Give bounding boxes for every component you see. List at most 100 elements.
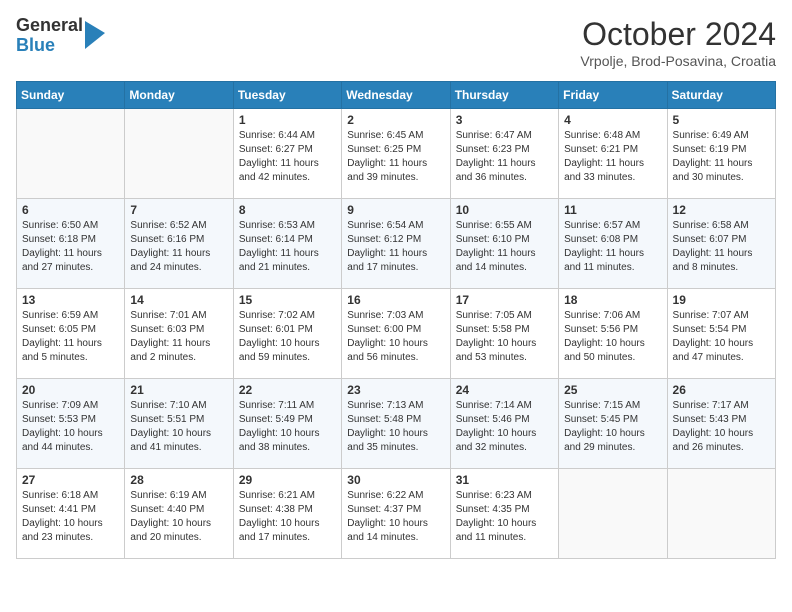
weekday-header: Sunday [17, 82, 125, 109]
weekday-header: Thursday [450, 82, 558, 109]
calendar-day-cell: 16 Sunrise: 7:03 AM Sunset: 6:00 PM Dayli… [342, 289, 450, 379]
calendar-week-row: 1Sunrise: 6:44 AM Sunset: 6:27 PM Daylig… [17, 109, 776, 199]
calendar-day-cell: 6 Sunrise: 6:50 AM Sunset: 6:18 PM Daylig… [17, 199, 125, 289]
calendar-day-cell: 15 Sunrise: 7:02 AM Sunset: 6:01 PM Dayli… [233, 289, 341, 379]
day-info: Sunrise: 6:59 AM Sunset: 6:05 PM Dayligh… [22, 309, 119, 365]
day-number: 2 [347, 113, 444, 127]
calendar-day-cell: 4 Sunrise: 6:48 AM Sunset: 6:21 PM Daylig… [559, 109, 667, 199]
day-number: 23 [347, 383, 444, 397]
calendar-day-cell: 23Sunrise: 7:13 AM Sunset: 5:48 PM Dayli… [342, 379, 450, 469]
day-info: Sunrise: 7:10 AM Sunset: 5:51 PM Dayligh… [130, 399, 227, 455]
weekday-header: Friday [559, 82, 667, 109]
calendar-week-row: 6 Sunrise: 6:50 AM Sunset: 6:18 PM Daylig… [17, 199, 776, 289]
day-number: 20 [22, 383, 119, 397]
day-number: 6 [22, 203, 119, 217]
calendar-day-cell: 11Sunrise: 6:57 AM Sunset: 6:08 PM Dayli… [559, 199, 667, 289]
calendar-week-row: 20 Sunrise: 7:09 AM Sunset: 5:53 PM Dayli… [17, 379, 776, 469]
day-info: Sunrise: 6:48 AM Sunset: 6:21 PM Dayligh… [564, 129, 661, 185]
day-number: 21 [130, 383, 227, 397]
day-info: Sunrise: 7:06 AM Sunset: 5:56 PM Dayligh… [564, 309, 661, 365]
day-number: 3 [456, 113, 553, 127]
day-number: 24 [456, 383, 553, 397]
calendar-day-cell: 1Sunrise: 6:44 AM Sunset: 6:27 PM Daylig… [233, 109, 341, 199]
day-number: 31 [456, 473, 553, 487]
day-info: Sunrise: 7:07 AM Sunset: 5:54 PM Dayligh… [673, 309, 770, 365]
day-number: 26 [673, 383, 770, 397]
calendar-day-cell: 2 Sunrise: 6:45 AM Sunset: 6:25 PM Daylig… [342, 109, 450, 199]
day-info: Sunrise: 6:45 AM Sunset: 6:25 PM Dayligh… [347, 129, 444, 185]
calendar-day-cell: 13 Sunrise: 6:59 AM Sunset: 6:05 PM Dayli… [17, 289, 125, 379]
day-number: 1 [239, 113, 336, 127]
calendar-day-cell: 30Sunrise: 6:22 AM Sunset: 4:37 PM Dayli… [342, 469, 450, 559]
calendar-day-cell: 14 Sunrise: 7:01 AM Sunset: 6:03 PM Dayli… [125, 289, 233, 379]
day-number: 14 [130, 293, 227, 307]
day-number: 13 [22, 293, 119, 307]
calendar-day-cell: 7 Sunrise: 6:52 AM Sunset: 6:16 PM Daylig… [125, 199, 233, 289]
day-info: Sunrise: 7:14 AM Sunset: 5:46 PM Dayligh… [456, 399, 553, 455]
day-number: 10 [456, 203, 553, 217]
calendar-header-row: SundayMondayTuesdayWednesdayThursdayFrid… [17, 82, 776, 109]
day-info: Sunrise: 6:18 AM Sunset: 4:41 PM Dayligh… [22, 489, 119, 545]
day-info: Sunrise: 6:19 AM Sunset: 4:40 PM Dayligh… [130, 489, 227, 545]
calendar-day-cell: 5 Sunrise: 6:49 AM Sunset: 6:19 PM Daylig… [667, 109, 775, 199]
day-info: Sunrise: 6:50 AM Sunset: 6:18 PM Dayligh… [22, 219, 119, 275]
day-number: 15 [239, 293, 336, 307]
calendar-day-cell [17, 109, 125, 199]
calendar-day-cell: 26Sunrise: 7:17 AM Sunset: 5:43 PM Dayli… [667, 379, 775, 469]
calendar-day-cell: 31 Sunrise: 6:23 AM Sunset: 4:35 PM Dayli… [450, 469, 558, 559]
day-info: Sunrise: 6:57 AM Sunset: 6:08 PM Dayligh… [564, 219, 661, 275]
calendar-day-cell: 18Sunrise: 7:06 AM Sunset: 5:56 PM Dayli… [559, 289, 667, 379]
logo-line1: General [16, 16, 83, 36]
day-info: Sunrise: 6:47 AM Sunset: 6:23 PM Dayligh… [456, 129, 553, 185]
calendar-day-cell: 8 Sunrise: 6:53 AM Sunset: 6:14 PM Daylig… [233, 199, 341, 289]
calendar-day-cell: 28 Sunrise: 6:19 AM Sunset: 4:40 PM Dayli… [125, 469, 233, 559]
day-info: Sunrise: 7:15 AM Sunset: 5:45 PM Dayligh… [564, 399, 661, 455]
day-info: Sunrise: 6:22 AM Sunset: 4:37 PM Dayligh… [347, 489, 444, 545]
day-info: Sunrise: 7:03 AM Sunset: 6:00 PM Dayligh… [347, 309, 444, 365]
day-number: 22 [239, 383, 336, 397]
calendar-day-cell: 17 Sunrise: 7:05 AM Sunset: 5:58 PM Dayli… [450, 289, 558, 379]
day-number: 28 [130, 473, 227, 487]
logo-text: General Blue [16, 16, 83, 56]
calendar-day-cell: 21 Sunrise: 7:10 AM Sunset: 5:51 PM Dayli… [125, 379, 233, 469]
day-info: Sunrise: 7:05 AM Sunset: 5:58 PM Dayligh… [456, 309, 553, 365]
day-info: Sunrise: 7:09 AM Sunset: 5:53 PM Dayligh… [22, 399, 119, 455]
calendar-day-cell: 10 Sunrise: 6:55 AM Sunset: 6:10 PM Dayli… [450, 199, 558, 289]
day-info: Sunrise: 6:21 AM Sunset: 4:38 PM Dayligh… [239, 489, 336, 545]
calendar-day-cell: 3 Sunrise: 6:47 AM Sunset: 6:23 PM Daylig… [450, 109, 558, 199]
calendar-day-cell: 25Sunrise: 7:15 AM Sunset: 5:45 PM Dayli… [559, 379, 667, 469]
weekday-header: Wednesday [342, 82, 450, 109]
calendar-week-row: 13 Sunrise: 6:59 AM Sunset: 6:05 PM Dayli… [17, 289, 776, 379]
day-number: 5 [673, 113, 770, 127]
weekday-header: Monday [125, 82, 233, 109]
day-number: 9 [347, 203, 444, 217]
day-info: Sunrise: 7:01 AM Sunset: 6:03 PM Dayligh… [130, 309, 227, 365]
calendar-day-cell [125, 109, 233, 199]
day-info: Sunrise: 6:54 AM Sunset: 6:12 PM Dayligh… [347, 219, 444, 275]
page-header: General Blue October 2024 Vrpolje, Brod-… [16, 16, 776, 69]
calendar-day-cell: 27 Sunrise: 6:18 AM Sunset: 4:41 PM Dayli… [17, 469, 125, 559]
day-number: 27 [22, 473, 119, 487]
day-info: Sunrise: 6:52 AM Sunset: 6:16 PM Dayligh… [130, 219, 227, 275]
day-number: 8 [239, 203, 336, 217]
day-info: Sunrise: 6:53 AM Sunset: 6:14 PM Dayligh… [239, 219, 336, 275]
weekday-header: Saturday [667, 82, 775, 109]
day-info: Sunrise: 6:23 AM Sunset: 4:35 PM Dayligh… [456, 489, 553, 545]
day-info: Sunrise: 7:11 AM Sunset: 5:49 PM Dayligh… [239, 399, 336, 455]
calendar-day-cell: 9 Sunrise: 6:54 AM Sunset: 6:12 PM Daylig… [342, 199, 450, 289]
calendar-table: SundayMondayTuesdayWednesdayThursdayFrid… [16, 81, 776, 559]
day-number: 4 [564, 113, 661, 127]
day-info: Sunrise: 6:49 AM Sunset: 6:19 PM Dayligh… [673, 129, 770, 185]
day-number: 12 [673, 203, 770, 217]
calendar-day-cell: 19 Sunrise: 7:07 AM Sunset: 5:54 PM Dayli… [667, 289, 775, 379]
day-info: Sunrise: 6:58 AM Sunset: 6:07 PM Dayligh… [673, 219, 770, 275]
day-info: Sunrise: 7:02 AM Sunset: 6:01 PM Dayligh… [239, 309, 336, 365]
calendar-day-cell: 24 Sunrise: 7:14 AM Sunset: 5:46 PM Dayli… [450, 379, 558, 469]
day-number: 17 [456, 293, 553, 307]
day-number: 7 [130, 203, 227, 217]
calendar-week-row: 27 Sunrise: 6:18 AM Sunset: 4:41 PM Dayli… [17, 469, 776, 559]
month-title: October 2024 [580, 16, 776, 53]
day-number: 16 [347, 293, 444, 307]
day-number: 19 [673, 293, 770, 307]
day-info: Sunrise: 6:55 AM Sunset: 6:10 PM Dayligh… [456, 219, 553, 275]
